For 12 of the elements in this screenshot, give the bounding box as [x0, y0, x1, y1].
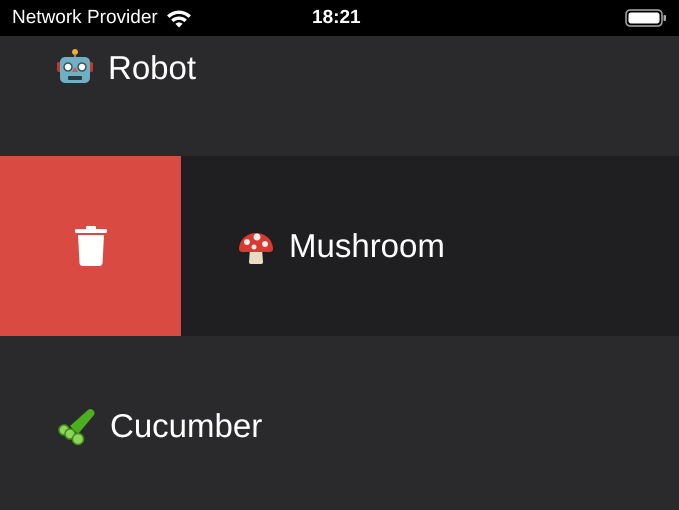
wifi-icon [166, 8, 192, 28]
row-label: Cucumber [110, 406, 262, 446]
robot-icon [56, 48, 94, 84]
row-label: Mushroom [289, 226, 445, 266]
cucumber-icon [56, 406, 96, 446]
carrier-name: Network Provider [12, 6, 158, 30]
trash-icon [74, 226, 106, 266]
row-label: Robot [108, 48, 196, 88]
delete-button[interactable] [0, 156, 181, 336]
clock-time: 18:21 [312, 6, 361, 30]
battery-icon [625, 8, 667, 28]
list-row[interactable]: Mushroom [181, 156, 679, 336]
